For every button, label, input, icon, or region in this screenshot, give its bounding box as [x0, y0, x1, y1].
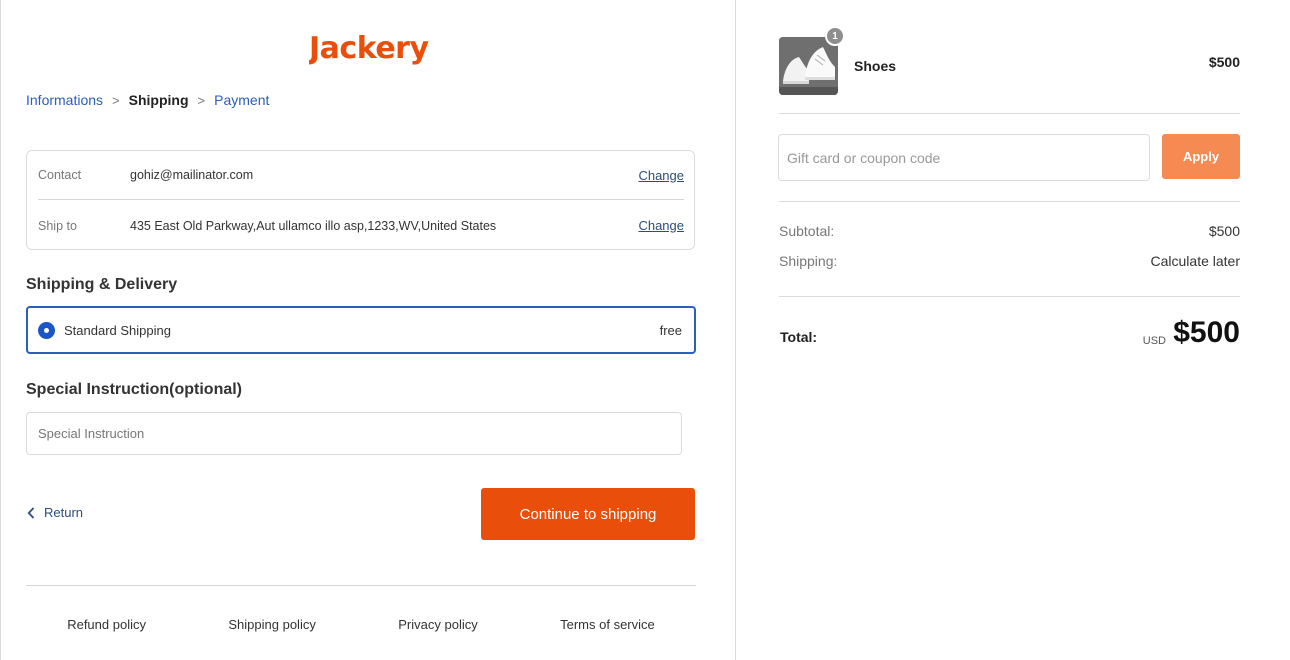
chevron-left-icon — [27, 506, 35, 519]
privacy-policy-link[interactable]: Privacy policy — [398, 617, 477, 632]
product-name: Shoes — [854, 58, 897, 74]
shipping-delivery-title: Shipping & Delivery — [26, 276, 178, 293]
ship-to-label: Ship to — [38, 218, 77, 233]
continue-to-shipping-button[interactable]: Continue to shipping — [481, 488, 695, 540]
contact-row: Contact gohiz@mailinator.com Change — [38, 151, 684, 200]
order-summary-panel: 1 Shoes $500 Apply Subtotal: $500 Shippi… — [737, 0, 1290, 660]
footer-divider — [26, 585, 696, 586]
return-label: Return — [44, 505, 84, 520]
breadcrumb-shipping: Shipping — [128, 92, 189, 108]
checkout-main-panel: Jackery Informations > Shipping > Paymen… — [0, 0, 736, 660]
ship-to-value: 435 East Old Parkway,Aut ullamco illo as… — [130, 218, 497, 233]
return-link[interactable]: Return — [27, 505, 83, 520]
breadcrumb-payment[interactable]: Payment — [214, 92, 269, 108]
summary-divider — [779, 296, 1240, 297]
radio-selected-icon[interactable] — [38, 321, 55, 339]
breadcrumb-informations[interactable]: Informations — [26, 92, 103, 108]
product-image — [779, 37, 838, 95]
subtotal-label: Subtotal: — [779, 223, 835, 239]
total-currency: USD — [1142, 335, 1166, 347]
change-ship-to-link[interactable]: Change — [638, 218, 684, 233]
special-instruction-input[interactable] — [26, 412, 682, 455]
shipping-row: Shipping: Calculate later — [779, 253, 1240, 269]
shipping-value: Calculate later — [1150, 253, 1241, 269]
special-instruction-title: Special Instruction(optional) — [26, 381, 243, 398]
breadcrumb-separator: > — [112, 92, 120, 108]
standard-shipping-option[interactable]: Standard Shipping free — [26, 306, 696, 354]
shipping-label: Shipping: — [779, 253, 838, 269]
breadcrumb-separator: > — [197, 92, 206, 108]
shipping-option-price: free — [659, 322, 682, 338]
subtotal-value: $500 — [1208, 223, 1240, 239]
ship-to-row: Ship to 435 East Old Parkway,Aut ullamco… — [38, 201, 684, 250]
jackery-logo-icon: Jackery — [307, 31, 430, 66]
terms-of-service-link[interactable]: Terms of service — [560, 617, 655, 632]
contact-label: Contact — [38, 168, 82, 182]
breadcrumb: Informations > Shipping > Payment — [26, 92, 269, 108]
total-label: Total: — [780, 329, 818, 345]
quantity-badge: 1 — [825, 26, 845, 46]
jackery-logo[interactable]: Jackery — [307, 30, 444, 76]
apply-coupon-button[interactable]: Apply — [1162, 134, 1240, 179]
summary-divider — [779, 201, 1240, 202]
coupon-code-input[interactable] — [778, 134, 1150, 181]
shoe-image-icon — [779, 37, 838, 95]
contact-value: gohiz@mailinator.com — [130, 168, 254, 182]
summary-divider — [779, 113, 1240, 114]
svg-text:Jackery: Jackery — [309, 31, 429, 66]
product-price: $500 — [1208, 54, 1240, 70]
order-info-box: Contact gohiz@mailinator.com Change Ship… — [26, 150, 695, 250]
subtotal-row: Subtotal: $500 — [779, 223, 1240, 239]
shipping-policy-link[interactable]: Shipping policy — [228, 617, 315, 632]
total-amount: $500 — [1173, 316, 1240, 349]
change-contact-link[interactable]: Change — [638, 168, 684, 183]
refund-policy-link[interactable]: Refund policy — [67, 617, 146, 632]
shipping-option-label: Standard Shipping — [64, 322, 171, 338]
footer-links: Refund policy Shipping policy Privacy po… — [26, 617, 696, 632]
